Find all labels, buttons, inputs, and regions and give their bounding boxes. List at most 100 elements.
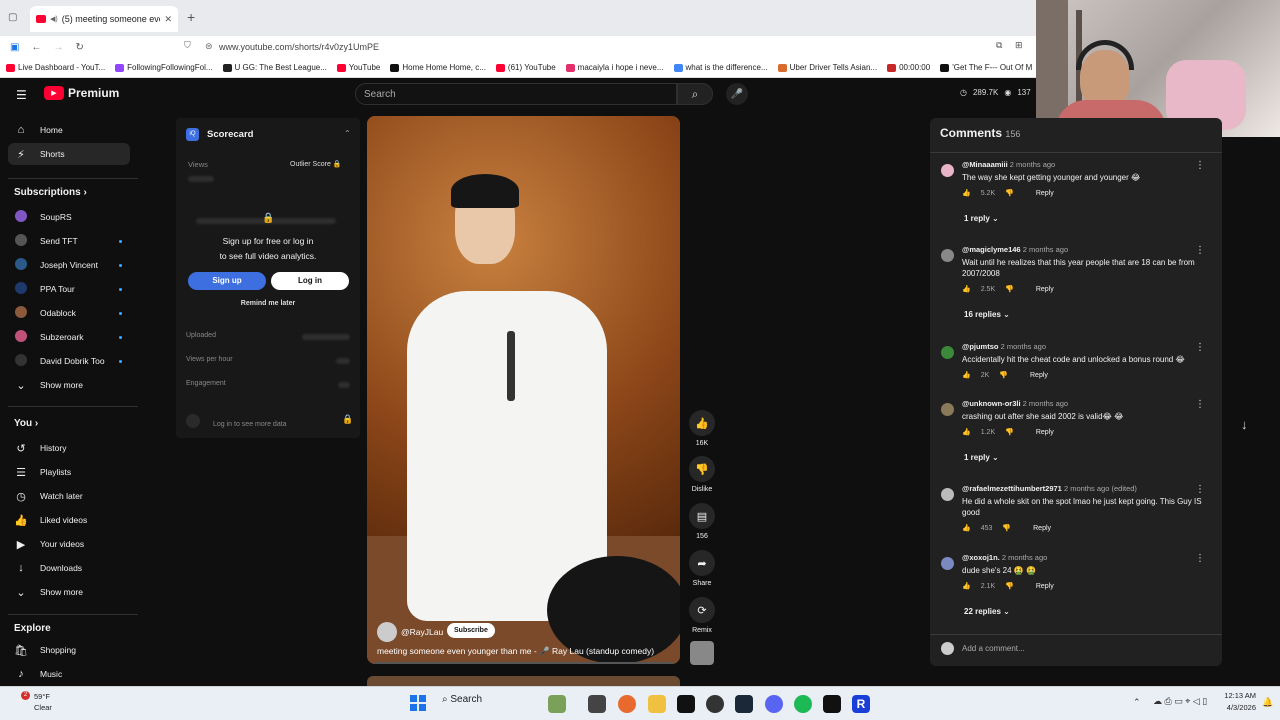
app-icon[interactable]: [823, 695, 841, 713]
sidebar-item-shopping[interactable]: 🛍 Shopping: [8, 639, 130, 661]
discord-icon[interactable]: [765, 695, 783, 713]
notification-icon[interactable]: 🔔: [1262, 697, 1273, 708]
sidebar-item-history[interactable]: ↺ History: [8, 437, 130, 459]
collapse-icon[interactable]: ⌃: [344, 129, 351, 138]
screenshot-icon[interactable]: ⊞: [1015, 40, 1023, 51]
spotify-icon[interactable]: [794, 695, 812, 713]
explore-header[interactable]: Explore: [14, 623, 51, 634]
tab-actions-icon[interactable]: ▢: [8, 12, 17, 23]
sidebar-item-send-tft[interactable]: Send TFT: [8, 230, 130, 252]
firefox-icon[interactable]: [618, 695, 636, 713]
sidebar-item-your-videos[interactable]: ▶ Your videos: [8, 533, 130, 555]
dislike-button[interactable]: 👎 Dislike: [688, 456, 716, 493]
more-options-icon[interactable]: ⋮: [1195, 160, 1205, 171]
reload-icon[interactable]: ↻: [75, 42, 83, 53]
clock-time[interactable]: 12:13 AM: [1216, 691, 1256, 700]
speaker-icon[interactable]: ◀): [50, 15, 58, 23]
shorts-video-player[interactable]: @RayJLau Subscribe meeting someone even …: [367, 116, 680, 664]
comment-header[interactable]: @magiclyme146 2 months ago: [962, 245, 1068, 254]
menu-icon[interactable]: ☰: [16, 88, 27, 102]
login-more-text[interactable]: Log in to see more data: [213, 421, 287, 428]
replies-toggle[interactable]: 1 reply ⌄: [964, 453, 999, 462]
r-app-icon[interactable]: R: [852, 695, 870, 713]
sidebar-item-subzeroark[interactable]: Subzeroark: [8, 326, 130, 348]
add-comment-input[interactable]: Add a comment...: [962, 644, 1025, 653]
sidebar-item-odablock[interactable]: Odablock: [8, 302, 130, 324]
search-button[interactable]: ⌕: [677, 83, 713, 105]
more-options-icon[interactable]: ⋮: [1195, 553, 1205, 564]
file-explorer-icon[interactable]: [648, 695, 666, 713]
tray-icons[interactable]: ☁ ⎙ ▭ ⌖ ◁ ▯: [1153, 696, 1207, 707]
comment-dislike-icon[interactable]: 👎: [1005, 189, 1014, 197]
task-view-icon[interactable]: [588, 695, 606, 713]
bookmark-item[interactable]: Live Dashboard - YouT...: [6, 63, 105, 72]
show-more-button[interactable]: ⌄ Show more: [8, 581, 130, 603]
comment-header[interactable]: @xoxoj1n. 2 months ago: [962, 553, 1047, 562]
reply-button[interactable]: Reply: [1036, 190, 1054, 197]
replies-toggle[interactable]: 16 replies ⌄: [964, 310, 1010, 319]
more-options-icon[interactable]: ⋮: [1195, 245, 1205, 256]
bookmark-item[interactable]: (61) YouTube: [495, 63, 556, 72]
commenter-avatar[interactable]: [941, 164, 954, 177]
sidebar-item-home[interactable]: ⌂ Home: [8, 119, 130, 141]
clock-date[interactable]: 4/3/2026: [1216, 703, 1256, 712]
like-button[interactable]: 👍 16K: [688, 410, 716, 447]
back-icon[interactable]: ←: [31, 42, 41, 53]
log-in-button[interactable]: Log in: [271, 272, 349, 290]
subscribe-button[interactable]: Subscribe: [447, 623, 495, 638]
sidebar-toggle-icon[interactable]: ▣: [10, 42, 19, 53]
url-field[interactable]: ⊜ www.youtube.com/shorts/r4v0zy1UmPE: [205, 37, 1005, 56]
forward-icon[interactable]: →: [53, 42, 63, 53]
comment-like-icon[interactable]: 👍: [962, 582, 971, 590]
chevron-up-icon[interactable]: ⌃: [1133, 697, 1141, 708]
steam-icon[interactable]: [735, 695, 753, 713]
youtube-premium-logo[interactable]: ▶ Premium: [44, 86, 119, 100]
reply-button[interactable]: Reply: [1036, 583, 1054, 590]
reply-button[interactable]: Reply: [1033, 525, 1051, 532]
comment-like-icon[interactable]: 👍: [962, 524, 971, 532]
comments-button[interactable]: ▤ 156: [688, 503, 716, 540]
bookmark-item[interactable]: what is the difference...: [673, 63, 768, 72]
commenter-avatar[interactable]: [941, 488, 954, 501]
site-info-icon[interactable]: ⊜: [205, 41, 213, 52]
more-options-icon[interactable]: ⋮: [1195, 342, 1205, 353]
voice-search-button[interactable]: 🎤: [726, 83, 748, 105]
browser-tab[interactable]: ◀) (5) meeting someone even ✕: [30, 6, 178, 32]
comment-dislike-icon[interactable]: 👎: [999, 371, 1008, 379]
commenter-avatar[interactable]: [941, 557, 954, 570]
comment-header[interactable]: @unknown-or3li 2 months ago: [962, 399, 1068, 408]
replies-toggle[interactable]: 1 reply ⌄: [964, 214, 999, 223]
reply-button[interactable]: Reply: [1036, 429, 1054, 436]
channel-name[interactable]: @RayJLau: [401, 627, 443, 637]
show-more-button[interactable]: ⌄ Show more: [8, 374, 130, 396]
windows-start-icon[interactable]: [410, 695, 426, 711]
stats-extension[interactable]: ◷ 289.7K ◉ 137: [960, 88, 1031, 97]
comment-like-icon[interactable]: 👍: [962, 371, 971, 379]
arrow-down-icon[interactable]: ↓: [1241, 417, 1248, 432]
progress-bar[interactable]: [373, 662, 673, 664]
bookmark-item[interactable]: Home Home Home, c...: [390, 63, 486, 72]
replies-toggle[interactable]: 22 replies ⌄: [964, 607, 1010, 616]
bookmark-item[interactable]: FollowingFollowingFol...: [115, 63, 213, 72]
subscriptions-header[interactable]: Subscriptions ›: [14, 187, 87, 198]
bookmark-item[interactable]: macaiyla i hope i neve...: [565, 63, 664, 72]
search-input[interactable]: Search: [355, 83, 677, 105]
sound-thumbnail[interactable]: [690, 641, 714, 665]
remind-later-link[interactable]: Remind me later: [176, 300, 360, 307]
comment-dislike-icon[interactable]: 👎: [1005, 428, 1014, 436]
sidebar-item-playlists[interactable]: ☰ Playlists: [8, 461, 130, 483]
comment-like-icon[interactable]: 👍: [962, 189, 971, 197]
sign-up-button[interactable]: Sign up: [188, 272, 266, 290]
x-icon[interactable]: [677, 695, 695, 713]
tracking-shield-icon[interactable]: ⛉: [184, 40, 191, 51]
sidebar-item-watch-later[interactable]: ◷ Watch later: [8, 485, 130, 507]
taskbar-search[interactable]: ⌕ Search: [442, 694, 482, 705]
pip-icon[interactable]: ⧉: [996, 40, 1002, 51]
commenter-avatar[interactable]: [941, 403, 954, 416]
sidebar-item-downloads[interactable]: ↓ Downloads: [8, 557, 130, 579]
bookmark-item[interactable]: YouTube: [336, 63, 380, 72]
bookmark-item[interactable]: Uber Driver Tells Asian...: [777, 63, 877, 72]
more-options-icon[interactable]: ⋮: [1195, 484, 1205, 495]
sidebar-item-joseph-vincent[interactable]: Joseph Vincent: [8, 254, 130, 276]
comment-header[interactable]: @pjumtso 2 months ago: [962, 342, 1046, 351]
